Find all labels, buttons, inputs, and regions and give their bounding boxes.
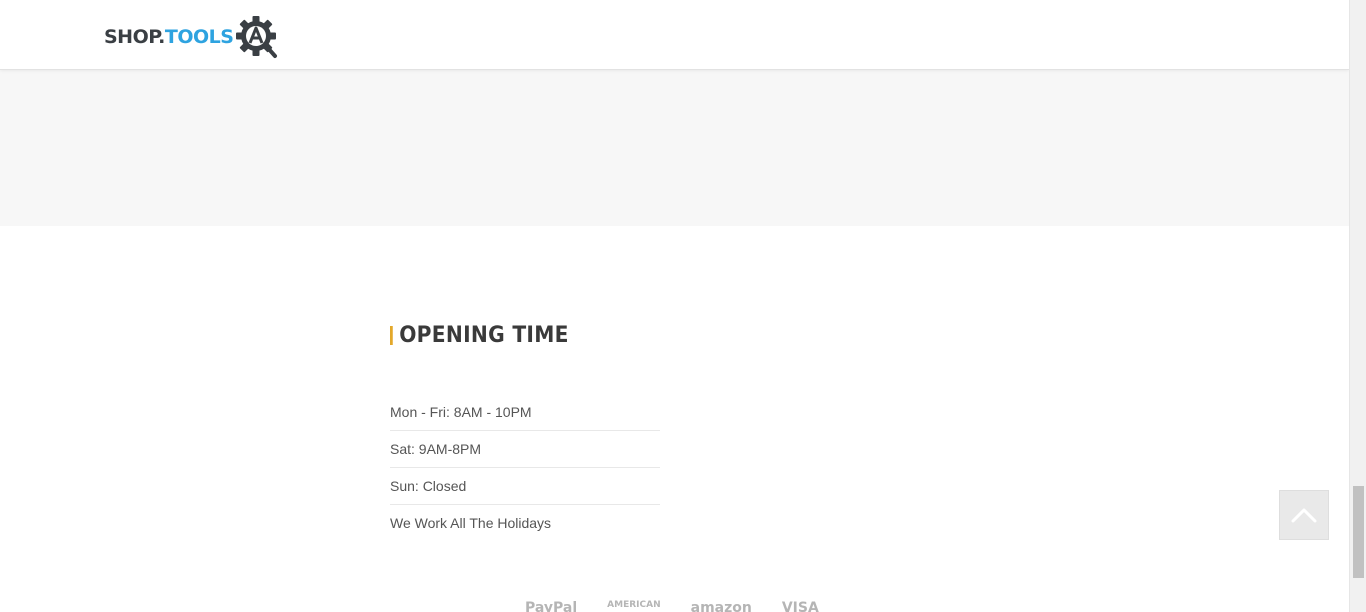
content-band bbox=[0, 70, 1349, 226]
site-header: SHOP.TOOLS bbox=[0, 0, 1349, 70]
scrollbar-thumb[interactable] bbox=[1353, 486, 1364, 578]
payment-logos: PayPal AMERICAN amazon VISA bbox=[525, 600, 819, 612]
amex-logo: AMERICAN bbox=[607, 600, 661, 610]
opening-time-title: OPENING TIME bbox=[390, 322, 638, 350]
back-to-top-button[interactable] bbox=[1279, 490, 1329, 540]
list-item: Sun: Closed bbox=[390, 468, 660, 505]
amazon-logo: amazon bbox=[690, 600, 752, 612]
gear-a-icon bbox=[236, 16, 278, 58]
list-item: Mon - Fri: 8AM - 10PM bbox=[390, 394, 660, 431]
opening-time-section: OPENING TIME Mon - Fri: 8AM - 10PM Sat: … bbox=[390, 322, 660, 531]
opening-hours-list: Mon - Fri: 8AM - 10PM Sat: 9AM-8PM Sun: … bbox=[390, 394, 660, 542]
logo-text-tools: TOOLS bbox=[164, 25, 234, 48]
logo-text-shop: SHOP. bbox=[104, 25, 165, 48]
list-item: Sat: 9AM-8PM bbox=[390, 431, 660, 468]
visa-logo: VISA bbox=[781, 600, 819, 612]
logo-wordmark: SHOP.TOOLS bbox=[104, 25, 234, 48]
page-viewport: SHOP.TOOLS OPENING TIME Mon - Fri: 8AM -… bbox=[0, 0, 1349, 612]
list-item: We Work All The Holidays bbox=[390, 515, 552, 531]
site-logo[interactable]: SHOP.TOOLS bbox=[104, 14, 280, 60]
paypal-logo: PayPal bbox=[525, 600, 578, 612]
chevron-up-icon bbox=[1291, 508, 1317, 523]
page-scrollbar[interactable] bbox=[1349, 0, 1366, 612]
